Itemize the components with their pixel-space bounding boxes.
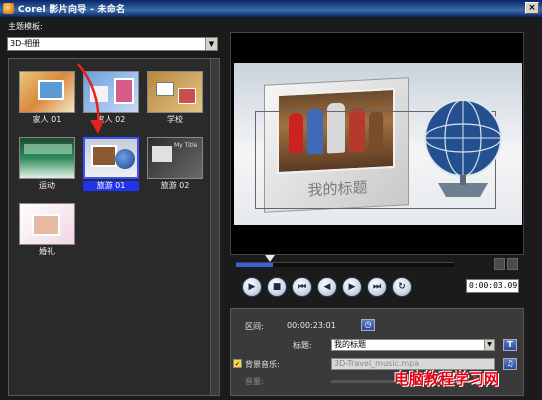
video-preview: 我的标题 xyxy=(230,32,524,255)
template-label: 学校 xyxy=(167,115,183,124)
background-music-label: 背景音乐: xyxy=(245,360,280,369)
template-label: 旅游 01 xyxy=(83,181,139,191)
music-note-icon[interactable]: ♫ xyxy=(503,358,517,370)
preview-frame: 我的标题 xyxy=(234,63,522,225)
globe-icon xyxy=(424,99,502,197)
thumbnail-scrollbar[interactable] xyxy=(210,59,219,395)
template-preview-image xyxy=(83,137,139,179)
duration-value[interactable]: 00:00:23:01 xyxy=(287,321,336,330)
annotation-arrow-icon xyxy=(77,63,104,134)
template-label: 旅游 02 xyxy=(160,181,190,190)
chevron-down-icon[interactable]: ▼ xyxy=(484,340,494,350)
app-icon xyxy=(3,3,14,14)
template-preview-image xyxy=(19,137,75,179)
theme-template-label: 主题模板: xyxy=(8,22,43,31)
theme-template-value: 3D-相册 xyxy=(10,39,41,48)
title-label: 标题: xyxy=(293,341,312,350)
title-select-value: 我的标题 xyxy=(334,340,366,349)
theme-template-select[interactable]: 3D-相册 ▼ xyxy=(7,37,218,51)
template-preview-image: My Title xyxy=(147,137,203,179)
go-to-end-button[interactable]: ⏭ xyxy=(367,277,387,297)
background-music-checkbox[interactable]: ✓ xyxy=(233,359,242,368)
template-thumbnail[interactable]: 运动 xyxy=(19,137,77,192)
template-thumbnail-selected[interactable]: 旅游 01 xyxy=(83,137,141,192)
trim-end-button[interactable] xyxy=(507,258,518,270)
template-label: 婚礼 xyxy=(39,247,55,256)
template-preview-image xyxy=(19,203,75,245)
previous-frame-button[interactable]: ◀ xyxy=(317,277,337,297)
text-format-icon[interactable]: T xyxy=(503,339,517,351)
stop-button[interactable]: ■ xyxy=(267,277,287,297)
trim-start-button[interactable] xyxy=(494,258,505,270)
template-thumbnail[interactable]: My Title 旅游 02 xyxy=(147,137,205,192)
close-button[interactable]: × xyxy=(525,2,539,14)
title-select[interactable]: 我的标题 ▼ xyxy=(331,339,495,351)
repeat-button[interactable]: ↻ xyxy=(392,277,412,297)
timecode-display[interactable]: 0:00:03.09 xyxy=(466,279,519,293)
timeline-scrubber-handle[interactable] xyxy=(265,255,275,262)
site-watermark: 电脑教程学习网 xyxy=(394,370,500,388)
clock-icon[interactable]: ◷ xyxy=(361,319,375,331)
duration-label: 区间: xyxy=(245,322,264,331)
next-frame-button[interactable]: ▶ xyxy=(342,277,362,297)
template-thumbnail[interactable]: 学校 xyxy=(147,71,205,126)
timeline-progress xyxy=(236,263,274,267)
go-to-start-button[interactable]: ⏮ xyxy=(292,277,312,297)
template-preview-image xyxy=(147,71,203,113)
playback-timeline[interactable] xyxy=(236,255,454,267)
chevron-down-icon[interactable]: ▼ xyxy=(205,38,217,50)
volume-label: 音量: xyxy=(245,377,264,386)
template-label: 运动 xyxy=(39,181,55,190)
playback-controls: ▶ ■ ⏮ ◀ ▶ ⏭ ↻ xyxy=(242,277,412,297)
template-thumbnail[interactable]: 婚礼 xyxy=(19,203,77,258)
play-button[interactable]: ▶ xyxy=(242,277,262,297)
window-title: Corel 影片向导 - 未命名 xyxy=(18,5,126,15)
window-title-bar: Corel 影片向导 - 未命名 × xyxy=(0,0,542,17)
